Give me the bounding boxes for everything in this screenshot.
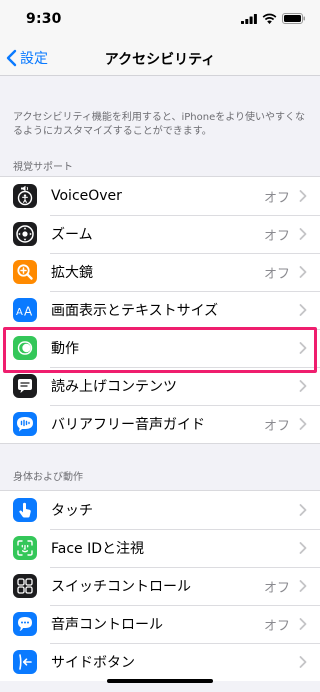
navigation-bar: 設定 アクセシビリティ [0, 40, 320, 76]
chevron-right-icon [299, 304, 307, 316]
motion-row[interactable]: 動作 [0, 329, 320, 367]
face-id-attention-label: Face IDと注視 [51, 541, 145, 557]
physical-motor-settings-group: タッチ Face IDと注視 スイッチコントロール オフ 音声コントロール オフ… [0, 490, 320, 681]
spoken-content-icon [13, 374, 37, 398]
motion-label: 動作 [51, 341, 79, 357]
chevron-right-icon [299, 380, 307, 392]
zoom-label: ズーム [51, 227, 93, 243]
side-button-row[interactable]: サイドボタン [0, 643, 320, 681]
chevron-right-icon [299, 228, 307, 240]
magnifier-value: オフ [263, 266, 290, 282]
side-button-icon [13, 650, 37, 674]
voiceover-row[interactable]: VoiceOver オフ [0, 177, 320, 215]
svg-text:A: A [24, 305, 33, 319]
face-id-icon [13, 536, 37, 560]
switch-control-icon [13, 574, 37, 598]
text-size-icon: A A [13, 298, 37, 322]
side-button-label: サイドボタン [51, 655, 135, 671]
chevron-right-icon [299, 418, 307, 430]
page-title: アクセシビリティ [104, 52, 216, 68]
chevron-right-icon [299, 580, 307, 592]
chevron-right-icon [299, 504, 307, 516]
voiceover-value: オフ [263, 190, 290, 206]
touch-label: タッチ [51, 503, 93, 519]
switch-control-value: オフ [263, 580, 290, 596]
spoken-content-row[interactable]: 読み上げコンテンツ [0, 367, 320, 405]
cellular-signal-icon [241, 13, 257, 24]
status-icons [241, 13, 306, 24]
voiceover-label: VoiceOver [51, 188, 122, 204]
touch-icon [13, 498, 37, 522]
chevron-right-icon [299, 342, 307, 354]
zoom-icon [13, 222, 37, 246]
battery-icon [282, 13, 305, 24]
description-text: アクセシビリティ機能を利用すると、iPhoneをより使いやすくなるようにカスタマ… [13, 112, 306, 137]
touch-row[interactable]: タッチ [0, 491, 320, 529]
status-bar: 9:30 [0, 0, 320, 40]
motion-icon [13, 336, 37, 360]
section-header-vision: 視覚サポート [13, 162, 73, 173]
chevron-right-icon [299, 190, 307, 202]
chevron-right-icon [299, 618, 307, 630]
face-id-attention-row[interactable]: Face IDと注視 [0, 529, 320, 567]
voice-control-icon [13, 612, 37, 636]
voice-control-row[interactable]: 音声コントロール オフ [0, 605, 320, 643]
voice-control-value: オフ [263, 618, 290, 634]
vision-settings-group: VoiceOver オフ ズーム オフ 拡大鏡 オフ A A 画面表示とテキスト… [0, 176, 320, 444]
voice-control-label: 音声コントロール [51, 617, 163, 633]
magnifier-label: 拡大鏡 [51, 265, 93, 281]
zoom-value: オフ [263, 228, 290, 244]
magnifier-row[interactable]: 拡大鏡 オフ [0, 253, 320, 291]
wifi-icon [262, 13, 277, 24]
switch-control-label: スイッチコントロール [51, 579, 191, 595]
audio-descriptions-row[interactable]: バリアフリー音声ガイド オフ [0, 405, 320, 443]
audio-descriptions-icon [13, 412, 37, 436]
chevron-right-icon [299, 266, 307, 278]
display-text-size-row[interactable]: A A 画面表示とテキストサイズ [0, 291, 320, 329]
switch-control-row[interactable]: スイッチコントロール オフ [0, 567, 320, 605]
chevron-right-icon [299, 542, 307, 554]
magnifier-icon [13, 260, 37, 284]
chevron-right-icon [299, 656, 307, 668]
spoken-content-label: 読み上げコンテンツ [51, 379, 177, 395]
zoom-row[interactable]: ズーム オフ [0, 215, 320, 253]
audio-descriptions-label: バリアフリー音声ガイド [51, 417, 205, 433]
svg-text:A: A [16, 307, 23, 318]
home-indicator [107, 679, 213, 683]
section-header-physical-motor: 身体および動作 [13, 472, 83, 483]
display-text-size-label: 画面表示とテキストサイズ [51, 303, 219, 319]
voiceover-icon [13, 184, 37, 208]
audio-descriptions-value: オフ [263, 418, 290, 434]
status-time: 9:30 [26, 11, 62, 27]
